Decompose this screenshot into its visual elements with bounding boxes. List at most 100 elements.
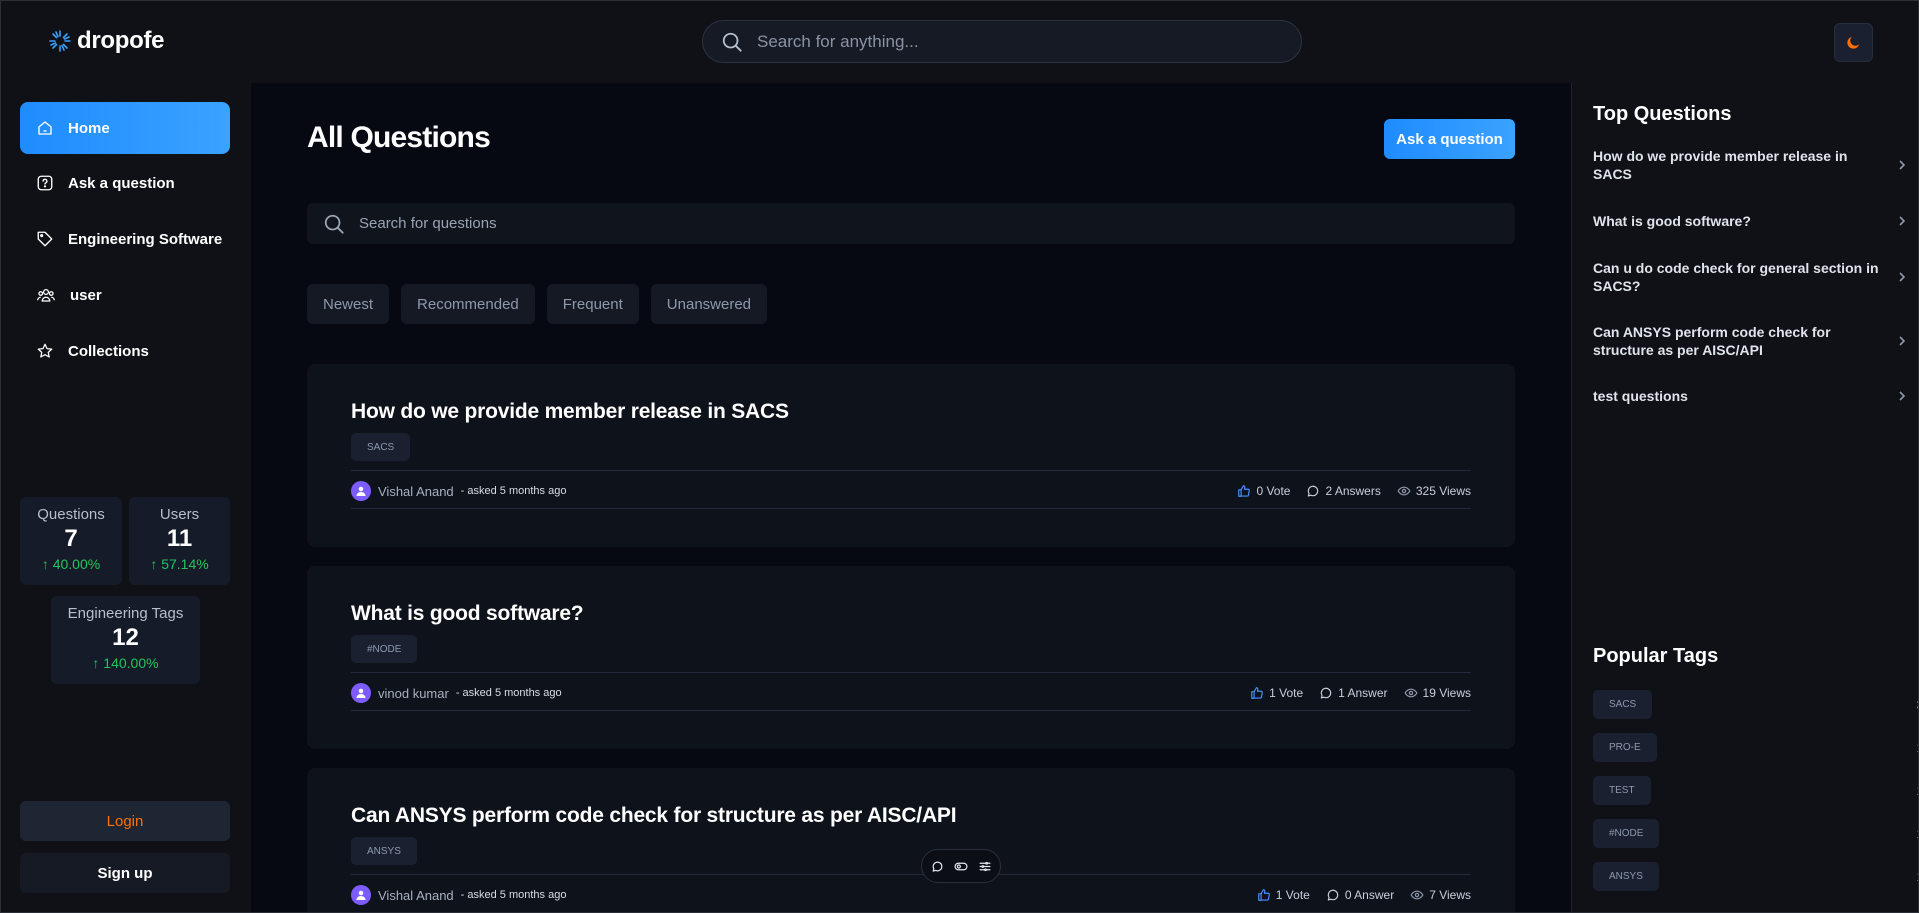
popular-tag-item[interactable]: PRO-E 1	[1593, 733, 1918, 762]
top-question-item[interactable]: Can u do code check for general section …	[1593, 259, 1907, 295]
answers-metric: 2 Answers	[1306, 484, 1381, 498]
stat-card-engineering-tags: Engineering Tags 12 ↑ 140.00%	[51, 596, 200, 684]
home-icon	[38, 121, 52, 135]
sidebar-item-home[interactable]: Home	[20, 102, 230, 154]
popular-tag-name[interactable]: SACS	[1593, 690, 1653, 719]
question-card[interactable]: What is good software? #NODE vinod kumar…	[307, 566, 1515, 749]
arrow-up-icon: ↑	[150, 556, 162, 572]
question-search-box[interactable]	[307, 203, 1515, 244]
thumbs-up-icon	[1251, 687, 1263, 699]
sidebar-item-user[interactable]: user	[20, 269, 230, 321]
divider	[351, 874, 1471, 875]
question-meta: Vishal Anand - asked 5 months ago 0 Vote…	[351, 480, 1471, 502]
question-author[interactable]: Vishal Anand - asked 5 months ago	[351, 885, 566, 905]
chevron-right-icon	[1899, 160, 1906, 170]
stat-label: Users	[159, 506, 200, 523]
star-icon	[37, 343, 53, 358]
search-icon	[722, 32, 742, 52]
stat-growth: ↑ 57.14%	[129, 556, 230, 572]
question-metrics: 0 Vote 2 Answers 325 Views	[1237, 484, 1471, 498]
stat-value: 7	[64, 525, 78, 552]
question-metrics: 1 Vote 0 Answer 7 Views	[1257, 888, 1471, 902]
chat-icon[interactable]	[931, 860, 944, 873]
avatar	[351, 683, 371, 703]
votes-metric: 1 Vote	[1257, 888, 1310, 902]
popular-tag-name[interactable]: TEST	[1593, 776, 1651, 805]
question-author[interactable]: Vishal Anand - asked 5 months ago	[351, 481, 566, 501]
popular-tag-name[interactable]: #NODE	[1593, 819, 1660, 848]
avatar	[351, 481, 371, 501]
sidebar-item-engineering-software[interactable]: Engineering Software	[20, 213, 230, 265]
question-metrics: 1 Vote 1 Answer 19 Views	[1250, 686, 1471, 700]
question-search-input[interactable]	[359, 215, 1459, 232]
eye-icon	[1404, 688, 1418, 698]
views-count: 325 Views	[1415, 484, 1471, 498]
answers-metric: 1 Answer	[1319, 686, 1388, 700]
popular-tag-item[interactable]: ANSYS 1	[1593, 862, 1918, 891]
floating-toolbar	[921, 849, 1001, 883]
sidebar-item-label: Engineering Software	[68, 230, 223, 248]
filter-unanswered[interactable]: Unanswered	[650, 284, 768, 324]
comment-icon	[1308, 485, 1319, 497]
signup-button[interactable]: Sign up	[20, 853, 230, 893]
stat-value: 11	[166, 525, 193, 552]
stat-value: 12	[112, 624, 139, 651]
user-avatar-icon	[356, 890, 366, 900]
top-question-item[interactable]: test questions	[1593, 387, 1907, 405]
login-button[interactable]: Login	[20, 801, 230, 841]
filter-frequent[interactable]: Frequent	[546, 284, 639, 324]
filter-newest[interactable]: Newest	[307, 284, 390, 324]
answers-count: 0 Answer	[1344, 888, 1395, 902]
answers-count: 1 Answer	[1338, 686, 1388, 700]
question-card[interactable]: Can ANSYS perform code check for structu…	[307, 768, 1515, 912]
avatar	[351, 885, 371, 905]
chevron-right-icon	[1899, 216, 1906, 226]
question-author[interactable]: vinod kumar - asked 5 months ago	[351, 683, 562, 703]
page-title: All Questions	[307, 121, 491, 154]
question-card[interactable]: How do we provide member release in SACS…	[307, 364, 1515, 547]
divider	[351, 710, 1471, 711]
global-search-box[interactable]	[702, 20, 1302, 63]
question-icon	[37, 175, 53, 191]
theme-toggle-button[interactable]	[1834, 23, 1873, 62]
brand-logo[interactable]: dropofe	[47, 27, 165, 55]
votes-count: 1 Vote	[1275, 888, 1310, 902]
top-navbar: dropofe	[1, 1, 1918, 83]
popular-tag-item[interactable]: #NODE 1	[1593, 819, 1918, 848]
search-icon	[324, 214, 344, 234]
views-metric: 7 Views	[1410, 888, 1471, 902]
filter-tabs: Newest Recommended Frequent Unanswered	[307, 284, 768, 324]
filter-recommended[interactable]: Recommended	[401, 284, 535, 324]
logo-icon	[49, 30, 71, 52]
thumbs-up-icon	[1257, 889, 1270, 901]
question-meta: Vishal Anand - asked 5 months ago 1 Vote…	[351, 884, 1471, 906]
chevron-right-icon	[1899, 336, 1906, 346]
brand-name: dropofe	[77, 27, 165, 54]
user-avatar-icon	[356, 486, 366, 496]
question-tag[interactable]: ANSYS	[351, 837, 417, 865]
asked-time: - asked 5 months ago	[455, 687, 562, 699]
answers-metric: 0 Answer	[1326, 888, 1394, 902]
top-question-item[interactable]: How do we provide member release in SACS	[1593, 147, 1907, 183]
popular-tag-name[interactable]: PRO-E	[1593, 733, 1657, 762]
question-title[interactable]: What is good software?	[351, 602, 584, 626]
question-title[interactable]: How do we provide member release in SACS	[351, 400, 789, 424]
top-question-item[interactable]: Can ANSYS perform code check for structu…	[1593, 323, 1907, 359]
global-search-input[interactable]	[757, 31, 1257, 52]
question-tag[interactable]: SACS	[351, 433, 411, 461]
popular-tag-name[interactable]: ANSYS	[1593, 862, 1659, 891]
top-question-text: What is good software?	[1593, 213, 1751, 229]
sidebar-item-ask-question[interactable]: Ask a question	[20, 157, 230, 209]
ask-question-button[interactable]: Ask a question	[1384, 119, 1515, 159]
question-tag[interactable]: #NODE	[351, 635, 418, 663]
toggle-icon[interactable]	[953, 860, 968, 873]
top-question-text: Can u do code check for general section …	[1593, 260, 1879, 294]
views-count: 7 Views	[1429, 888, 1471, 902]
question-title[interactable]: Can ANSYS perform code check for structu…	[351, 804, 957, 828]
sidebar-item-collections[interactable]: Collections	[20, 325, 230, 377]
top-question-item[interactable]: What is good software?	[1593, 212, 1907, 230]
popular-tag-item[interactable]: TEST 1	[1593, 776, 1918, 805]
sidebar-item-label: Home	[68, 119, 110, 137]
popular-tag-item[interactable]: SACS 3	[1593, 690, 1918, 719]
sliders-icon[interactable]	[978, 860, 992, 873]
